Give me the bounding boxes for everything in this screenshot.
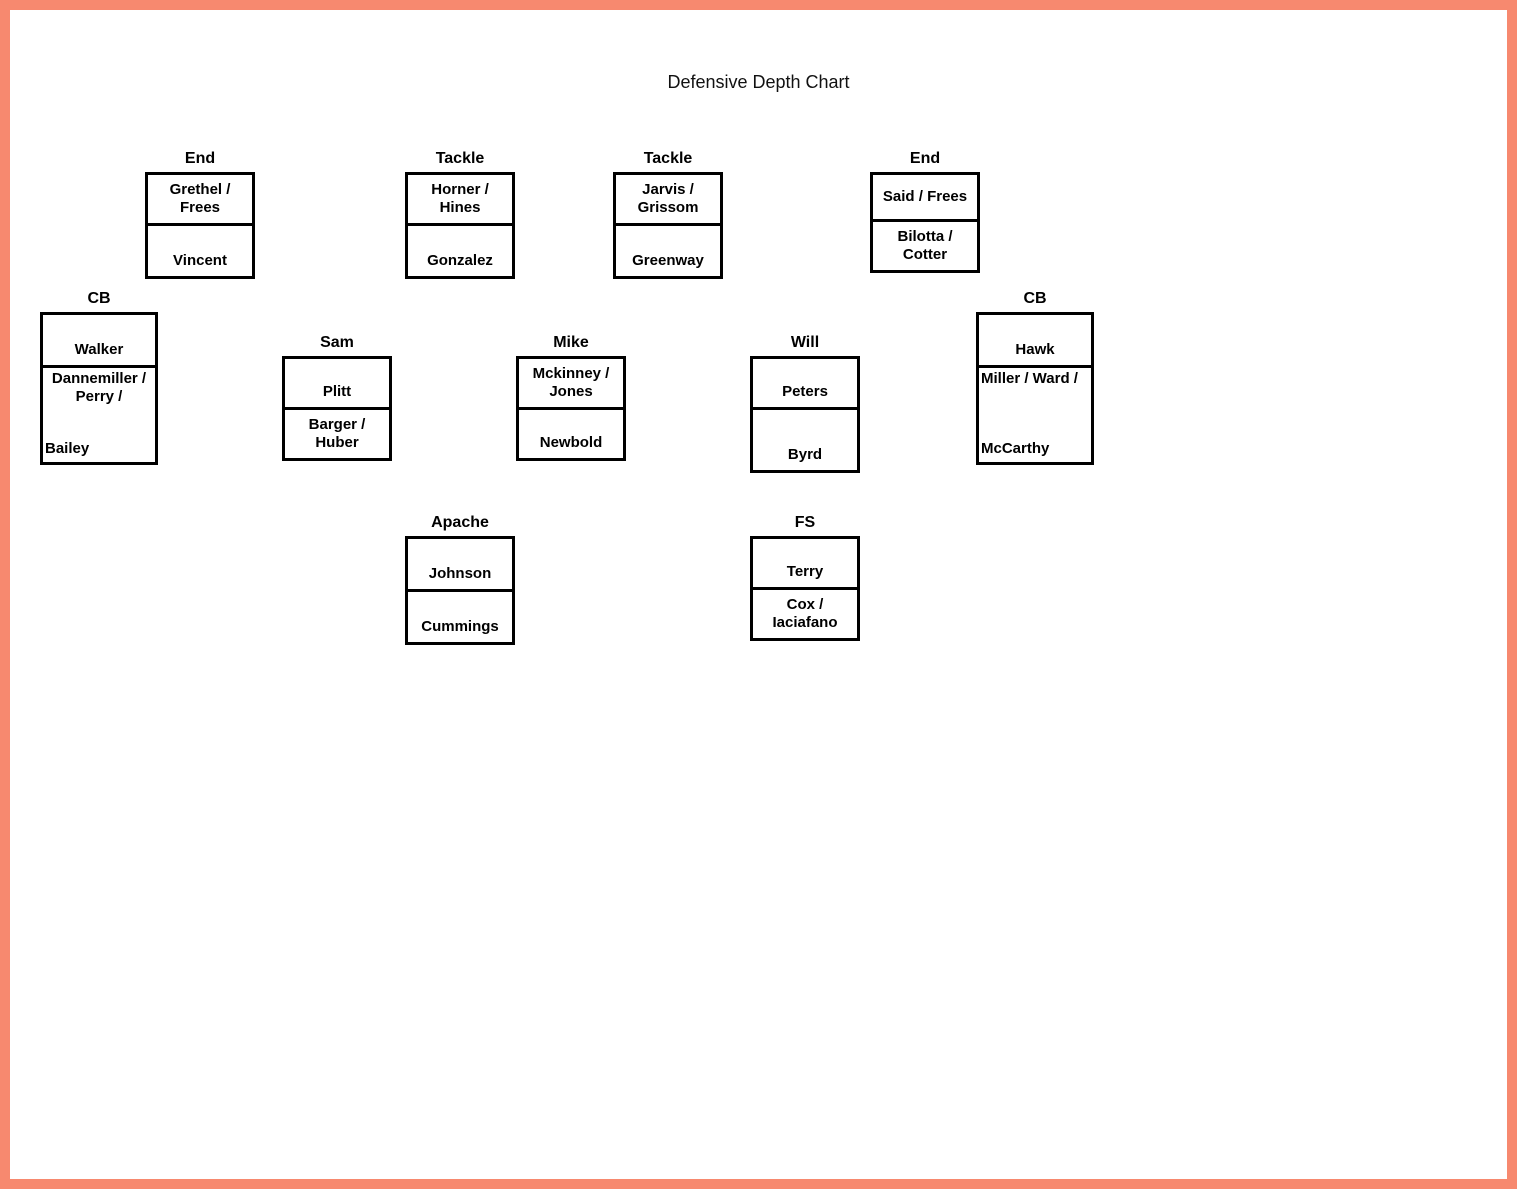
backup-cell: Greenway bbox=[616, 223, 720, 276]
depth-chart-frame: Defensive Depth Chart End Grethel / Free… bbox=[0, 0, 1517, 1189]
starter-cell: Hawk bbox=[979, 315, 1091, 365]
position-label: Tackle bbox=[405, 150, 515, 168]
position-tackle-right: Tackle Jarvis / Grissom Greenway bbox=[613, 150, 723, 279]
position-cb-left: CB Walker Dannemiller / Perry / Bailey bbox=[40, 290, 158, 465]
position-box: Horner / Hines Gonzalez bbox=[405, 172, 515, 279]
position-box: Said / Frees Bilotta / Cotter bbox=[870, 172, 980, 273]
position-box: Plitt Barger / Huber bbox=[282, 356, 392, 461]
backup-cell: Cummings bbox=[408, 589, 512, 642]
position-label: End bbox=[870, 150, 980, 168]
position-cb-right: CB Hawk Miller / Ward / McCarthy bbox=[976, 290, 1094, 465]
position-label: End bbox=[145, 150, 255, 168]
starter-cell: Horner / Hines bbox=[408, 175, 512, 223]
position-label: CB bbox=[976, 290, 1094, 308]
backup-bottom: McCarthy bbox=[981, 440, 1049, 458]
starter-cell: Mckinney / Jones bbox=[519, 359, 623, 407]
position-box: Walker Dannemiller / Perry / Bailey bbox=[40, 312, 158, 465]
position-label: FS bbox=[750, 514, 860, 532]
backup-cell: Vincent bbox=[148, 223, 252, 276]
position-label: Mike bbox=[516, 334, 626, 352]
position-box: Peters Byrd bbox=[750, 356, 860, 473]
position-label: CB bbox=[40, 290, 158, 308]
position-sam: Sam Plitt Barger / Huber bbox=[282, 334, 392, 461]
backup-cell: Newbold bbox=[519, 407, 623, 458]
position-apache: Apache Johnson Cummings bbox=[405, 514, 515, 645]
position-box: Jarvis / Grissom Greenway bbox=[613, 172, 723, 279]
page-title: Defensive Depth Chart bbox=[10, 72, 1507, 93]
starter-cell: Walker bbox=[43, 315, 155, 365]
position-box: Terry Cox / Iaciafano bbox=[750, 536, 860, 641]
position-box: Johnson Cummings bbox=[405, 536, 515, 645]
position-label: Apache bbox=[405, 514, 515, 532]
backup-cell: Byrd bbox=[753, 407, 857, 470]
starter-cell: Peters bbox=[753, 359, 857, 407]
starter-cell: Plitt bbox=[285, 359, 389, 407]
backup-cell: Barger / Huber bbox=[285, 407, 389, 458]
position-end-left: End Grethel / Frees Vincent bbox=[145, 150, 255, 279]
position-box: Mckinney / Jones Newbold bbox=[516, 356, 626, 461]
position-fs: FS Terry Cox / Iaciafano bbox=[750, 514, 860, 641]
position-end-right: End Said / Frees Bilotta / Cotter bbox=[870, 150, 980, 273]
position-box: Grethel / Frees Vincent bbox=[145, 172, 255, 279]
backup-cell: Dannemiller / Perry / Bailey bbox=[43, 365, 155, 462]
starter-cell: Jarvis / Grissom bbox=[616, 175, 720, 223]
backup-cell: Miller / Ward / McCarthy bbox=[979, 365, 1091, 462]
position-label: Sam bbox=[282, 334, 392, 352]
starter-cell: Said / Frees bbox=[873, 175, 977, 219]
backup-cell: Bilotta / Cotter bbox=[873, 219, 977, 270]
backup-cell: Gonzalez bbox=[408, 223, 512, 276]
backup-cell: Cox / Iaciafano bbox=[753, 587, 857, 638]
position-will: Will Peters Byrd bbox=[750, 334, 860, 473]
position-label: Will bbox=[750, 334, 860, 352]
position-tackle-left: Tackle Horner / Hines Gonzalez bbox=[405, 150, 515, 279]
starter-cell: Grethel / Frees bbox=[148, 175, 252, 223]
position-mike: Mike Mckinney / Jones Newbold bbox=[516, 334, 626, 461]
starter-cell: Terry bbox=[753, 539, 857, 587]
position-box: Hawk Miller / Ward / McCarthy bbox=[976, 312, 1094, 465]
starter-cell: Johnson bbox=[408, 539, 512, 589]
backup-bottom: Bailey bbox=[45, 440, 89, 458]
backup-top: Dannemiller / Perry / bbox=[45, 370, 153, 406]
backup-top: Miller / Ward / bbox=[981, 370, 1078, 388]
position-label: Tackle bbox=[613, 150, 723, 168]
